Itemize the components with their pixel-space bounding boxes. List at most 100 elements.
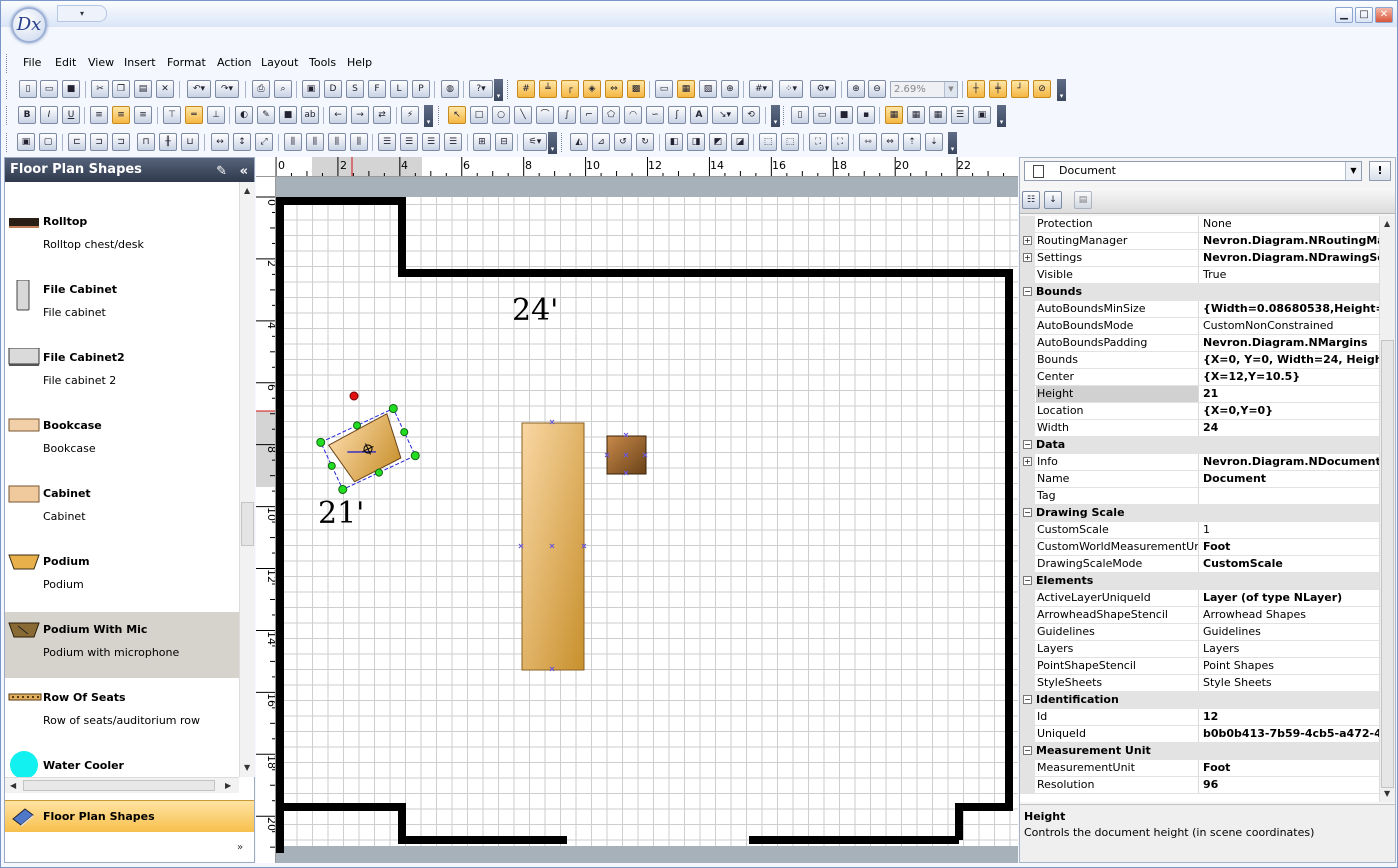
italic-icon[interactable]: I — [40, 106, 58, 124]
tiles-view-icon[interactable]: ▣ — [973, 106, 991, 124]
toolbar-overflow-icon[interactable]: ▾ — [997, 105, 1006, 127]
space-vertically-icon[interactable]: ☰ — [378, 133, 396, 151]
polyline-tool-icon[interactable]: ⌐ — [580, 106, 598, 124]
menu-format[interactable]: Format — [167, 56, 206, 69]
property-row[interactable]: Name Document — [1020, 471, 1379, 488]
bezier-tool-icon[interactable]: ʃ — [668, 106, 686, 124]
property-value[interactable]: True — [1200, 267, 1379, 283]
paste-icon[interactable]: ▤ — [134, 80, 152, 98]
rotate-left-icon[interactable]: ↺ — [614, 133, 632, 151]
edit-library-icon[interactable]: ✎ — [216, 164, 227, 179]
property-row[interactable]: MeasurementUnit Foot — [1020, 760, 1379, 777]
object-selector-dropdown-icon[interactable]: ▼ — [1345, 162, 1361, 180]
ellipse-tool-icon[interactable]: ○ — [492, 106, 510, 124]
list-view-icon[interactable]: ▦ — [929, 106, 947, 124]
property-row[interactable]: + InfoNevron.Diagram.NDocumentInfo — [1020, 454, 1379, 471]
new-library-icon[interactable]: ▯ — [791, 106, 809, 124]
property-category[interactable]: − Bounds — [1020, 284, 1379, 301]
property-value[interactable]: Nevron.Diagram.NDocumentInfo — [1200, 454, 1379, 470]
align-center-icon[interactable]: ≡ — [112, 106, 130, 124]
property-row[interactable]: Bounds{X=0, Y=0, Width=24, Height=21} — [1020, 352, 1379, 369]
property-value[interactable]: b0b0b413-7b59-4cb5-a472-4f0 — [1200, 726, 1379, 742]
export-swf-icon[interactable]: F — [368, 80, 386, 98]
toolbar-grip[interactable] — [6, 106, 9, 125]
property-row[interactable]: ArrowheadShapeStencil Arrowhead Shapes — [1020, 607, 1379, 624]
toolbar-grip[interactable] — [6, 80, 9, 99]
property-value[interactable]: CustomScale — [1200, 556, 1379, 572]
export-pdf-icon[interactable]: P — [412, 80, 430, 98]
property-row[interactable]: Height 21 — [1020, 386, 1379, 403]
closed-curve-tool-icon[interactable]: ◠ — [624, 106, 642, 124]
shapes-list-horizontal-scrollbar[interactable]: ◀ ▶ — [5, 777, 239, 793]
property-row[interactable]: Tag — [1020, 488, 1379, 505]
center-vertically-icon[interactable]: ⊟ — [495, 133, 513, 151]
move-down-icon[interactable]: ⇣ — [925, 133, 943, 151]
bring-forward-icon[interactable]: ◩ — [709, 133, 727, 151]
text-tool-icon[interactable]: A — [690, 106, 708, 124]
connector-tool-icon[interactable]: ↘▾ — [712, 106, 738, 124]
selected-podium-shape[interactable] — [315, 403, 420, 495]
property-value[interactable]: 24 — [1200, 420, 1379, 436]
scroll-down-icon[interactable]: ▼ — [244, 763, 250, 772]
guidelines-toggle-icon[interactable]: ┌ — [561, 80, 579, 98]
shape-item-water-cooler[interactable]: Water Cooler — [5, 748, 239, 777]
property-category[interactable]: − Measurement Unit — [1020, 743, 1379, 760]
property-row[interactable]: Center {X=12,Y=10.5} — [1020, 369, 1379, 386]
menu-tools[interactable]: Tools — [309, 56, 336, 69]
property-value[interactable]: Document — [1200, 471, 1379, 487]
fit-to-width-icon[interactable]: ⛶ — [831, 133, 849, 151]
align-top-icon[interactable]: ⊤ — [163, 106, 181, 124]
pointer-tool-icon[interactable]: ↖ — [448, 106, 466, 124]
interactivity-icon[interactable]: ⚡ — [401, 106, 419, 124]
property-value[interactable]: Nevron.Diagram.NRoutingManager — [1200, 233, 1379, 249]
pan-window-icon[interactable]: ▧ — [699, 80, 717, 98]
property-row[interactable]: UniqueId b0b0b413-7b59-4cb5-a472-4f0 — [1020, 726, 1379, 743]
property-row[interactable]: CustomWorldMeasurementUnit Foot — [1020, 539, 1379, 556]
scroll-thumb[interactable] — [1381, 340, 1394, 788]
property-row[interactable]: AutoBoundsPadding Nevron.Diagram.NMargins — [1020, 335, 1379, 352]
align-lefts-icon[interactable]: ⊏ — [68, 133, 86, 151]
align-rights-icon[interactable]: ⊐ — [112, 133, 130, 151]
property-value[interactable]: CustomNonConstrained — [1200, 318, 1379, 334]
menu-action[interactable]: Action — [217, 56, 251, 69]
align-right-icon[interactable]: ≡ — [134, 106, 152, 124]
zoom-dropdown-icon[interactable]: ▼ — [944, 82, 957, 97]
property-row[interactable]: Visible True — [1020, 267, 1379, 284]
property-row[interactable]: Resolution 96 — [1020, 777, 1379, 794]
resize-height-icon[interactable]: ⇔ — [881, 133, 899, 151]
horizontal-ruler[interactable]: 0 2 4 6 8 10 12 14 16 18 20 22 — [256, 157, 1018, 177]
shape-item-file-cabinet[interactable]: File Cabinet File cabinet — [5, 272, 239, 338]
property-row[interactable]: DrawingScaleMode CustomScale — [1020, 556, 1379, 573]
underline-icon[interactable]: U — [62, 106, 80, 124]
toolbar-overflow-icon[interactable]: ▾ — [548, 132, 557, 154]
property-value[interactable]: {X=0,Y=0} — [1200, 403, 1379, 419]
flip-vertical-icon[interactable]: ⊿ — [592, 133, 610, 151]
size-to-fit-icon[interactable]: ⬚ — [759, 133, 777, 151]
shape-item-bookcase[interactable]: Bookcase Bookcase — [5, 408, 239, 474]
cut-icon[interactable]: ✂ — [91, 80, 109, 98]
open-folder-icon[interactable]: ▭ — [40, 80, 58, 98]
toolbar-grip[interactable] — [6, 133, 9, 152]
property-value[interactable]: Arrowhead Shapes — [1200, 607, 1379, 623]
menu-edit[interactable]: Edit — [55, 56, 76, 69]
toolbar-grip[interactable] — [561, 133, 564, 152]
end-arrowhead-icon[interactable]: → — [351, 106, 369, 124]
zoom-out-icon[interactable]: ⊖ — [868, 80, 886, 98]
property-value[interactable]: None — [1200, 216, 1379, 232]
undo-icon[interactable]: ↶▾ — [187, 80, 211, 98]
property-row[interactable]: CustomScale 1 — [1020, 522, 1379, 539]
toolbar-overflow-icon[interactable]: ▾ — [424, 105, 433, 127]
increase-h-spacing-icon[interactable]: ⫼ — [306, 133, 324, 151]
align-bottom-icon[interactable]: ⊥ — [207, 106, 225, 124]
globe-icon[interactable]: ◍ — [441, 80, 459, 98]
collapse-icon[interactable]: − — [1023, 508, 1032, 517]
table-shape[interactable] — [518, 419, 587, 672]
save-icon[interactable]: ■ — [62, 80, 80, 98]
property-value[interactable]: {Width=0.08680538,Height=0.0 — [1200, 301, 1379, 317]
rotate-right-icon[interactable]: ↻ — [636, 133, 654, 151]
property-value[interactable]: Layers — [1200, 641, 1379, 657]
collapse-icon[interactable]: − — [1023, 440, 1032, 449]
drawing-canvas[interactable]: 0 2 4 6 8 10 12 14 16 18 20 22 0 2 4 — [256, 157, 1018, 863]
scroll-left-icon[interactable]: ◀ — [10, 781, 16, 790]
line-pattern-icon[interactable]: ⇄ — [373, 106, 391, 124]
